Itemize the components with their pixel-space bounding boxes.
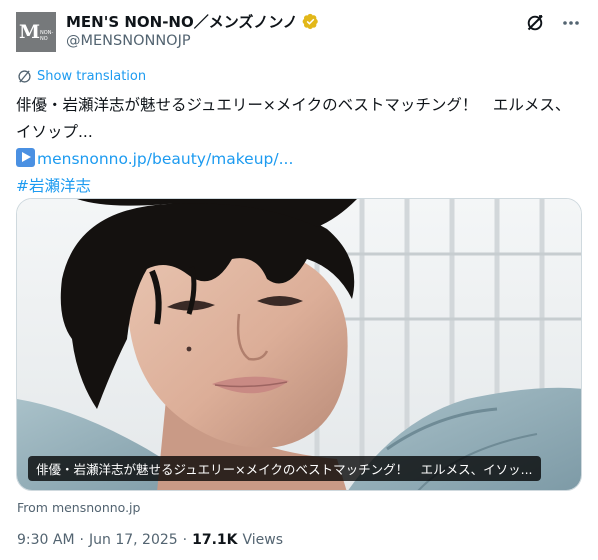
verified-badge-icon[interactable] bbox=[302, 13, 319, 30]
tweet-link-line: mensnonno.jp/beauty/makeup/... bbox=[16, 146, 584, 173]
tweet-link[interactable]: mensnonno.jp/beauty/makeup/... bbox=[37, 150, 293, 168]
meta-separator: · bbox=[79, 532, 84, 548]
tweet-actions-top bbox=[524, 12, 582, 34]
tweet-text: 俳優・岩瀬洋志が魅せるジュエリー×メイクのベストマッチング！ エルメス、イソップ… bbox=[16, 92, 584, 200]
tweet-date[interactable]: Jun 17, 2025 bbox=[89, 532, 178, 548]
avatar-logo-small: NON-NO bbox=[40, 29, 54, 42]
meta-separator-2: · bbox=[182, 532, 188, 548]
avatar-logo-mark: M bbox=[19, 21, 40, 43]
link-source[interactable]: From mensnonno.jp bbox=[17, 500, 140, 515]
more-options-icon[interactable] bbox=[560, 12, 582, 34]
media-caption: 俳優・岩瀬洋志が魅せるジュエリー×メイクのベストマッチング！ エルメス、イソッ.… bbox=[28, 456, 541, 481]
views-label: Views bbox=[242, 532, 284, 548]
show-translation-link[interactable]: Show translation bbox=[17, 69, 146, 84]
hashtag-link[interactable]: #岩瀬洋志 bbox=[16, 177, 91, 195]
play-arrow-emoji-icon bbox=[16, 148, 35, 167]
account-handle[interactable]: @MENSNONNOJP bbox=[66, 33, 319, 49]
tweet-meta: 9:30 AM · Jun 17, 2025 · 17.1K Views bbox=[17, 532, 283, 548]
account-name[interactable]: MEN'S NON-NO／メンズノンノ bbox=[66, 11, 298, 32]
show-translation-label: Show translation bbox=[37, 69, 147, 84]
account-header: MEN'S NON-NO／メンズノンノ @MENSNONNOJP bbox=[66, 11, 319, 49]
views-count[interactable]: 17.1K bbox=[192, 532, 237, 548]
portrait-photo bbox=[17, 199, 581, 490]
link-card-image[interactable]: 俳優・岩瀬洋志が魅せるジュエリー×メイクのベストマッチング！ エルメス、イソッ.… bbox=[16, 198, 582, 491]
tweet-body-text: 俳優・岩瀬洋志が魅せるジュエリー×メイクのベストマッチング！ エルメス、イソップ… bbox=[16, 96, 571, 141]
tweet-time[interactable]: 9:30 AM bbox=[17, 532, 75, 548]
grok-icon[interactable] bbox=[524, 12, 546, 34]
account-avatar[interactable]: M NON-NO bbox=[16, 12, 56, 52]
translate-icon bbox=[18, 70, 31, 83]
